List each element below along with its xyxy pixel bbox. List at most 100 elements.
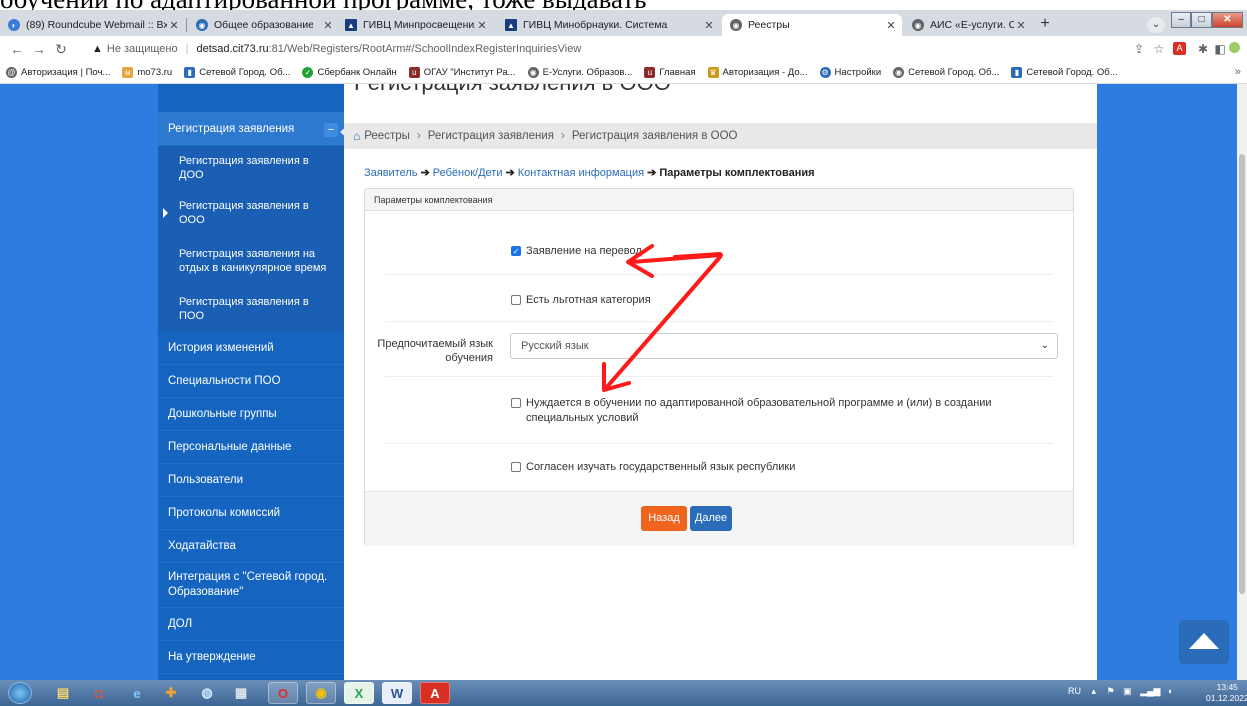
new-tab-button[interactable]: + <box>1035 16 1055 34</box>
bookmark-item[interactable]: ✓ Сбербанк Онлайн <box>302 67 397 78</box>
next-button[interactable]: Далее <box>690 506 732 531</box>
reload-icon[interactable]: ↻ <box>52 40 70 58</box>
tab-roundcube[interactable]: ◐ (89) Roundcube Webmail :: Вх ✕ <box>0 14 185 36</box>
bookmarks-overflow-button[interactable]: » <box>1235 66 1241 78</box>
app-icon[interactable]: ◍ <box>192 682 222 704</box>
bookmark-item[interactable]: ♛ Авторизация - До... <box>707 67 808 78</box>
sidebar-item-protocols[interactable]: Протоколы комиссий <box>158 497 344 530</box>
transfer-checkbox[interactable]: ✓ <box>511 246 521 256</box>
bookmark-item[interactable]: u Главная <box>644 67 696 78</box>
globe-icon: ◉ <box>730 19 742 31</box>
tab-givc-minpros[interactable]: ✕ ▲ ГИВЦ Минпросвещения Росс ✕ <box>313 14 493 36</box>
back-arrow-icon[interactable]: ← <box>8 40 26 58</box>
close-icon[interactable]: ✕ <box>1014 19 1028 32</box>
bookmark-item[interactable]: ◉ Сетевой Город. Об... <box>893 67 999 78</box>
tab-ais[interactable]: ◉ АИС «Е-услуги. Образование ✕ <box>904 14 1032 36</box>
sidebar-item-approval[interactable]: На утверждение <box>158 641 344 674</box>
sidebar-item-integration[interactable]: Интеграция с "Сетевой город. Образование… <box>158 563 344 608</box>
profile-icon[interactable] <box>1228 41 1240 57</box>
close-icon[interactable]: ✕ <box>884 19 898 32</box>
sidebar-item-petitions[interactable]: Ходатайства <box>158 530 344 563</box>
address-bar[interactable]: ▲ Не защищено | detsad.cit73.ru:81/Web/R… <box>92 39 1217 59</box>
bookmark-star-icon[interactable]: ☆ <box>1151 41 1167 57</box>
browser-toolbar: ← → ↻ ▲ Не защищено | detsad.cit73.ru:81… <box>0 36 1247 62</box>
tab-givc-minobr[interactable]: ▲ ГИВЦ Минобрнауки. Система ✕ <box>497 14 720 36</box>
bookmark-item[interactable]: ◉ Е-Услуги. Образов... <box>527 67 632 78</box>
bookmark-item[interactable]: @ Авторизация | Поч... <box>6 67 110 78</box>
sidebar-item-personal-data[interactable]: Персональные данные <box>158 431 344 464</box>
collapse-icon[interactable]: − <box>324 123 338 137</box>
sidebar-item-users[interactable]: Пользователи <box>158 464 344 497</box>
bookmark-item[interactable]: ⚙ Настройки <box>819 67 881 78</box>
sidebar-item-registration[interactable]: Регистрация заявления − <box>158 112 344 146</box>
opera-icon[interactable]: O <box>268 682 298 704</box>
close-window-button[interactable]: ✕ <box>1211 12 1243 28</box>
state-language-checkbox[interactable] <box>511 462 521 472</box>
close-icon[interactable]: ✕ <box>702 19 716 32</box>
tab-search-icon[interactable]: ⌄ <box>1147 17 1165 33</box>
extensions-icon[interactable]: ✱ <box>1195 41 1211 57</box>
flag-icon[interactable]: ⚑ <box>1107 686 1115 696</box>
state-language-checkbox-row[interactable]: Согласен изучать государственный язык ре… <box>511 460 795 475</box>
adapted-program-checkbox[interactable] <box>511 398 521 408</box>
language-indicator[interactable]: RU <box>1068 686 1081 696</box>
sidebar-subitem-ooo[interactable]: Регистрация заявления в ООО <box>158 190 344 236</box>
close-icon[interactable]: ✕ <box>167 19 181 32</box>
givc-icon: ▲ <box>345 19 357 31</box>
pdf-extension-icon[interactable]: A <box>1173 42 1186 55</box>
language-select[interactable]: Русский язык ⌄ <box>510 333 1058 359</box>
wizard-step-contacts[interactable]: Контактная информация <box>518 167 644 179</box>
sidebar-subitem-doo[interactable]: Регистрация заявления в ДОО <box>158 146 344 190</box>
scroll-to-top-button[interactable] <box>1179 620 1229 664</box>
sidebar-item-history[interactable]: История изменений <box>158 332 344 365</box>
network-icon[interactable]: ▣ <box>1123 686 1132 696</box>
word-icon[interactable]: W <box>382 682 412 704</box>
explorer-icon[interactable]: ▤ <box>48 682 78 704</box>
wizard-step-applicant[interactable]: Заявитель <box>364 167 418 179</box>
volume-icon[interactable]: ◖ <box>1167 686 1172 696</box>
bookmark-item[interactable]: ▮ Сетевой Город. Об... <box>1011 67 1118 78</box>
breadcrumb-registration[interactable]: Регистрация заявления <box>428 130 554 142</box>
back-button[interactable]: Назад <box>641 506 687 531</box>
wizard-step-children[interactable]: Ребёнок/Дети <box>433 167 503 179</box>
chrome-icon[interactable]: ◉ <box>306 682 336 704</box>
breadcrumb-registers[interactable]: Реестры <box>364 130 410 142</box>
adapted-program-checkbox-row[interactable]: Нуждается в обучении по адаптированной о… <box>511 396 1031 426</box>
close-icon[interactable]: ✕ <box>475 19 489 32</box>
scrollbar-thumb[interactable] <box>1239 154 1245 594</box>
maximize-button[interactable]: □ <box>1191 12 1212 28</box>
calculator-icon[interactable]: ▦ <box>226 682 256 704</box>
tab-registers[interactable]: ◉ Реестры ✕ <box>722 14 902 36</box>
benefit-checkbox-row[interactable]: Есть льготная категория <box>511 293 651 308</box>
bookmark-item[interactable]: u ОГАУ "Институт Ра... <box>408 67 516 78</box>
pdf-reader-icon[interactable]: A <box>420 682 450 704</box>
app-icon[interactable]: ✚ <box>156 682 186 704</box>
page-scrollbar[interactable] <box>1237 84 1247 680</box>
sidebar-subitem-vacation[interactable]: Регистрация заявления на отдых в каникул… <box>158 236 344 286</box>
bookmark-item[interactable]: ▮ Сетевой Город. Об... <box>184 67 290 78</box>
sidepanel-icon[interactable]: ◧ <box>1212 41 1228 57</box>
sidebar-item-specialties[interactable]: Специальности ПОО <box>158 365 344 398</box>
benefit-checkbox[interactable] <box>511 295 521 305</box>
share-icon[interactable]: ⇪ <box>1131 41 1147 57</box>
system-clock[interactable]: 13:45 01.12.2022 <box>1206 682 1247 704</box>
forward-arrow-icon[interactable]: → <box>30 40 48 58</box>
home-icon[interactable]: ⌂ <box>353 129 360 143</box>
outlook-icon[interactable]: ◘ <box>84 682 114 704</box>
close-icon[interactable]: ✕ <box>321 19 335 32</box>
signal-icon[interactable]: ▂▄▆ <box>1140 686 1160 696</box>
sidebar-item-dol[interactable]: ДОЛ <box>158 608 344 641</box>
tab-general-education[interactable]: ◉ Общее образование <box>188 14 313 36</box>
transfer-checkbox-row[interactable]: ✓ Заявление на перевод <box>511 244 642 259</box>
start-button[interactable] <box>8 682 32 704</box>
wizard-steps: Заявитель ➔ Ребёнок/Дети ➔ Контактная ин… <box>364 166 815 180</box>
tray-expand-icon[interactable]: ▴ <box>1092 686 1097 696</box>
sidebar-item-preschool-groups[interactable]: Дошкольные группы <box>158 398 344 431</box>
excel-icon[interactable]: X <box>344 682 374 704</box>
internet-explorer-icon[interactable]: e <box>122 682 152 704</box>
sidebar-subitem-poo[interactable]: Регистрация заявления в ПОО <box>158 286 344 332</box>
warning-icon[interactable]: ▲ <box>92 43 103 55</box>
os-taskbar: ▤ ◘ e ✚ ◍ ▦ O ◉ X W A RU ▴ ⚑ ▣ ▂▄▆ ◖ 13:… <box>0 680 1247 706</box>
minimize-button[interactable]: – <box>1171 12 1192 28</box>
bookmark-item[interactable]: м mo73.ru <box>122 67 172 78</box>
